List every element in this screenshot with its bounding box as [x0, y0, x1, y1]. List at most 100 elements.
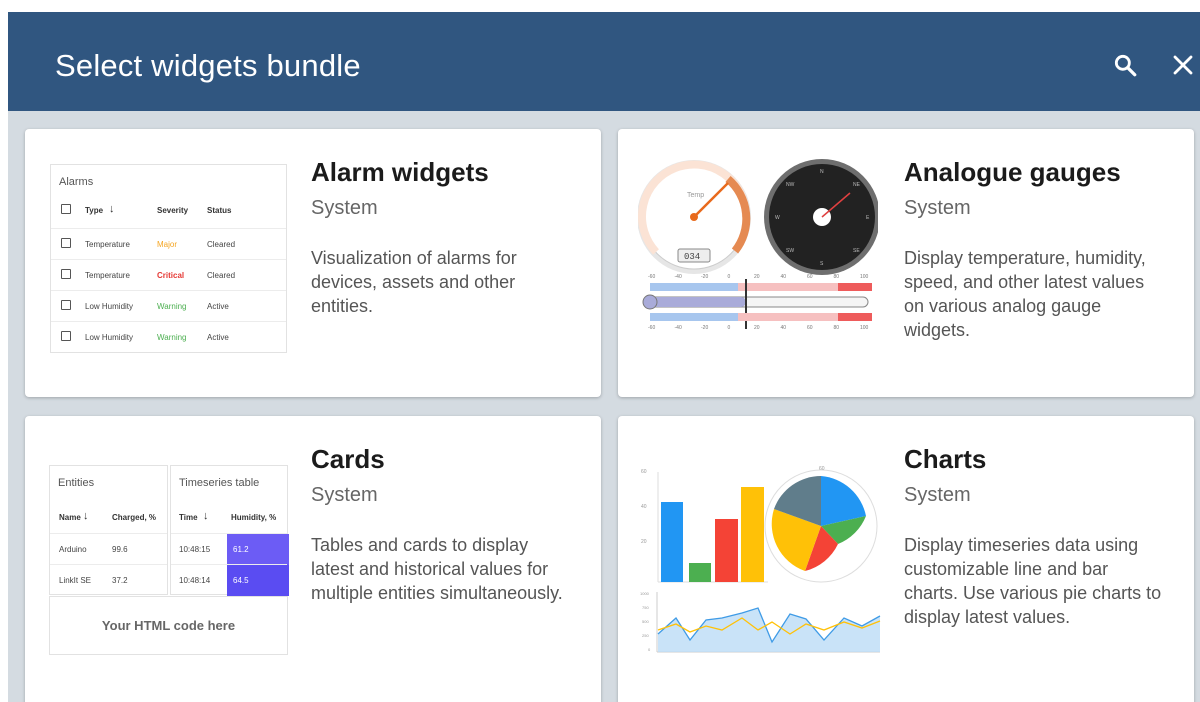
compass-gauge: N NE E SE S SW W NW — [764, 159, 880, 275]
scale-tick-label: 20 — [754, 274, 760, 280]
row-status: Active — [207, 333, 229, 342]
scale-tick-label: 40 — [781, 274, 787, 280]
table-row: Arduino 99.6 — [50, 533, 167, 564]
col-severity: Severity — [157, 206, 189, 215]
compass-label: SE — [853, 248, 860, 254]
compass-label: W — [775, 215, 780, 221]
bundle-card-charts[interactable]: 60 40 20 60 1000 750 500 250 0 Charts Sy… — [618, 416, 1194, 702]
alarms-header-row: Type ↓ Severity Status — [51, 195, 286, 226]
row-time: 10:48:15 — [179, 545, 211, 554]
bundle-card-analogue-gauges[interactable]: Temp 034 N NE E SE S SW W NW -60 -40 -20… — [618, 129, 1194, 397]
sort-arrow-icon: ↓ — [83, 510, 89, 522]
axis-tick: 750 — [642, 605, 649, 610]
row-name: Arduino — [59, 545, 87, 554]
axis-tick: 0 — [648, 647, 651, 652]
row-status: Cleared — [207, 271, 236, 280]
pie-chart-thumbnail: 60 — [764, 466, 878, 583]
search-button[interactable] — [1108, 48, 1142, 82]
temperature-gauge: Temp 034 — [637, 160, 751, 274]
alarm-widgets-preview: Alarms Type ↓ Severity Status Temperatur… — [47, 163, 287, 359]
scale-tick-label: -20 — [701, 274, 708, 280]
col-name: Name — [59, 513, 81, 522]
gauge-readout: 034 — [684, 252, 700, 262]
compass-label: NW — [786, 182, 795, 188]
row-time: 10:48:14 — [179, 576, 211, 585]
checkbox-icon — [61, 331, 71, 341]
scale-tick-label: -60 — [648, 274, 655, 280]
sort-arrow-icon: ↓ — [203, 510, 209, 522]
bundle-description: Display temperature, humidity, speed, an… — [904, 248, 1146, 340]
bundle-title: Cards — [311, 444, 385, 474]
checkbox-icon — [61, 204, 71, 214]
row-type: Temperature — [85, 271, 130, 280]
bundle-title: Alarm widgets — [311, 157, 489, 187]
pie-label: 60 — [819, 466, 825, 472]
row-status: Active — [207, 302, 229, 311]
col-type: Type — [85, 206, 104, 215]
scale-tick-label: 60 — [807, 274, 813, 280]
row-status: Cleared — [207, 240, 236, 249]
linear-gauges — [642, 279, 872, 329]
checkbox-icon — [61, 238, 71, 248]
scale-tick-label: 0 — [728, 325, 731, 331]
dialog-title: Select widgets bundle — [55, 48, 361, 83]
row-severity: Major — [157, 240, 178, 249]
dialog-header: Select widgets bundle — [8, 12, 1200, 111]
table-row: Low Humidity Warning Active — [51, 290, 286, 321]
html-card-preview: Your HTML code here — [49, 596, 288, 655]
entities-title: Entities — [58, 477, 95, 489]
widgets-bundle-dialog: Select widgets bundle Alarms Type ↓ Seve… — [8, 12, 1200, 702]
scale-tick-label: 80 — [834, 274, 840, 280]
entities-header-row: Name ↓ Charged, % — [50, 502, 167, 533]
row-charged: 37.2 — [112, 576, 128, 585]
axis-tick: 500 — [642, 619, 649, 624]
bundle-subtitle: System — [904, 197, 971, 219]
row-charged: 99.6 — [112, 545, 128, 554]
charts-illustration: 60 40 20 60 1000 750 500 250 0 — [640, 466, 881, 653]
analogue-gauges-preview: Temp 034 N NE E SE S SW W NW -60 -40 -20… — [637, 159, 880, 369]
bundle-title: Charts — [904, 444, 987, 474]
table-row: LinkIt SE 37.2 — [50, 564, 167, 595]
timeseries-title: Timeseries table — [179, 477, 260, 489]
col-time: Time — [179, 513, 198, 522]
axis-tick: 1000 — [640, 591, 650, 596]
bundle-title: Analogue gauges — [904, 157, 1121, 187]
scale-tick-label: -20 — [701, 325, 708, 331]
compass-label: N — [820, 169, 824, 175]
row-type: Low Humidity — [85, 302, 134, 311]
bundle-description: Tables and cards to display latest and h… — [311, 535, 563, 603]
table-row: 10:48:14 64.5 — [171, 564, 289, 596]
alarms-preview-table: Alarms Type ↓ Severity Status Temperatur… — [50, 164, 287, 353]
scale-tick-label: -40 — [675, 325, 682, 331]
checkbox-icon — [61, 300, 71, 310]
row-severity: Warning — [157, 302, 187, 311]
bundle-card-alarm-widgets[interactable]: Alarms Type ↓ Severity Status Temperatur… — [25, 129, 601, 397]
entities-preview-table: Entities Name ↓ Charged, % Arduino 99.6 … — [49, 465, 168, 595]
bundle-description: Visualization of alarms for devices, ass… — [311, 248, 517, 316]
axis-tick: 40 — [641, 504, 647, 510]
table-row: Temperature Critical Cleared — [51, 259, 286, 290]
axis-tick: 250 — [642, 633, 649, 638]
col-status: Status — [207, 206, 232, 215]
table-row: Low Humidity Warning Active — [51, 321, 286, 352]
close-button[interactable] — [1166, 48, 1200, 82]
axis-tick: 20 — [641, 539, 647, 545]
timeseries-header-row: Time ↓ Humidity, % — [171, 502, 287, 533]
charts-preview: 60 40 20 60 1000 750 500 250 0 — [640, 464, 882, 664]
scale-tick-label: 80 — [834, 325, 840, 331]
gauges-illustration: Temp 034 N NE E SE S SW W NW -60 -40 -20… — [637, 159, 880, 331]
cards-preview: Entities Name ↓ Charged, % Arduino 99.6 … — [49, 465, 289, 655]
html-card-text: Your HTML code here — [101, 618, 236, 633]
top-strip — [0, 0, 1200, 12]
col-charged: Charged, % — [112, 513, 157, 522]
bar-chart-thumbnail: 60 40 20 — [641, 469, 768, 583]
scale-tick-label: -40 — [675, 274, 682, 280]
bundle-card-cards[interactable]: Entities Name ↓ Charged, % Arduino 99.6 … — [25, 416, 601, 702]
row-type: Temperature — [85, 240, 130, 249]
row-humidity: 61.2 — [233, 545, 249, 554]
alarms-preview-title: Alarms — [59, 176, 94, 188]
scale-tick-label: 60 — [807, 325, 813, 331]
scale-tick-label: 40 — [781, 325, 787, 331]
row-name: LinkIt SE — [59, 576, 92, 585]
timeseries-preview-table: Timeseries table Time ↓ Humidity, % 10:4… — [170, 465, 289, 596]
